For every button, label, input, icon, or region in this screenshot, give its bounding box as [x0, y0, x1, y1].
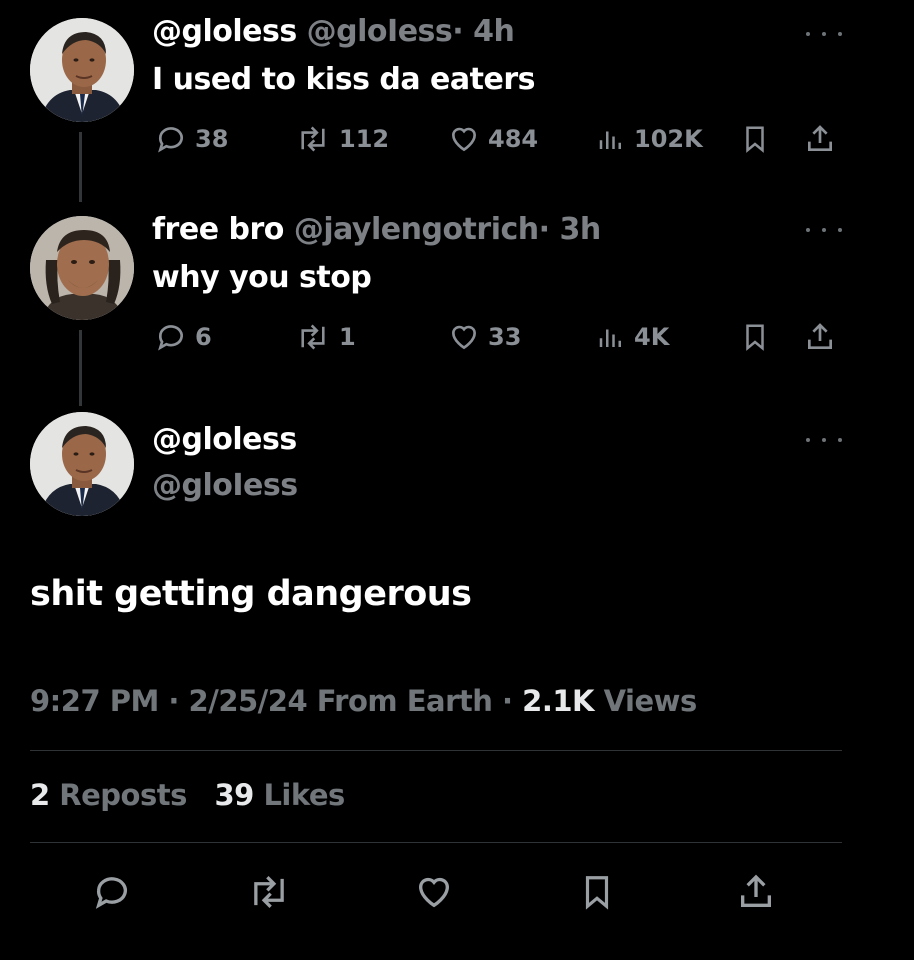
like-count: 33	[488, 323, 522, 351]
tweet-timestamp[interactable]: 9:27 PM · 2/25/24 From Earth ·	[30, 684, 513, 718]
reposts-count[interactable]: 2	[30, 778, 50, 812]
tweet-text: I used to kiss da eaters	[152, 62, 535, 97]
avatar[interactable]	[30, 412, 134, 516]
views-count: 102K	[634, 125, 703, 153]
handle[interactable]: @gloIess	[307, 14, 453, 49]
tweet-text: why you stop	[152, 260, 372, 295]
reply-button[interactable]	[92, 872, 132, 916]
like-count: 484	[488, 125, 539, 153]
more-icon[interactable]	[806, 26, 842, 42]
repost-button[interactable]	[246, 872, 292, 916]
like-button[interactable]	[414, 872, 454, 916]
reposts-label[interactable]: Reposts	[59, 778, 187, 812]
views-icon	[599, 329, 621, 347]
reply-icon	[158, 127, 183, 153]
bookmark-button[interactable]	[740, 321, 770, 353]
reply-count: 38	[195, 125, 229, 153]
avatar[interactable]	[30, 216, 134, 320]
more-icon[interactable]	[806, 222, 842, 238]
bookmark-icon	[585, 876, 609, 910]
likes-count[interactable]: 39	[214, 778, 254, 812]
share-button[interactable]	[804, 123, 836, 155]
reply-button[interactable]: 38	[155, 123, 228, 155]
handle[interactable]: @gloIess	[152, 468, 298, 503]
share-button[interactable]	[804, 321, 836, 353]
main-tweet-text: shit getting dangerous	[30, 574, 472, 614]
avatar[interactable]	[30, 18, 134, 122]
repost-icon	[254, 876, 284, 908]
heart-icon	[451, 127, 477, 152]
heart-icon	[451, 325, 477, 350]
bookmark-button[interactable]	[578, 872, 616, 916]
reply-icon	[158, 325, 183, 351]
reply-button[interactable]: 6	[155, 321, 212, 353]
bookmark-button[interactable]	[740, 123, 770, 155]
share-button[interactable]	[736, 872, 776, 916]
tweet-header: free bro @jaylengotrich· 3h	[152, 212, 601, 247]
views-label: Views	[603, 684, 698, 718]
reply-count: 6	[195, 323, 212, 351]
bookmark-icon	[746, 126, 764, 153]
heart-icon	[418, 877, 450, 908]
share-icon	[741, 874, 771, 907]
display-name[interactable]: @gloless	[152, 422, 297, 457]
thread-line	[79, 330, 82, 406]
repost-count: 112	[339, 125, 390, 153]
views-icon	[599, 131, 621, 149]
engagement-stats: 2 Reposts 39 Likes	[30, 778, 363, 812]
tweet-metadata: 9:27 PM · 2/25/24 From Earth · 2.1K View…	[30, 684, 697, 718]
tweet-header: @gloless @gloIess· 4h	[152, 14, 515, 49]
views-button[interactable]: 4K	[596, 321, 669, 353]
views-count: 4K	[634, 323, 670, 351]
repost-icon	[301, 324, 325, 350]
divider	[30, 750, 842, 751]
reply-icon	[95, 877, 127, 909]
views-button[interactable]: 102K	[596, 123, 703, 155]
repost-icon	[301, 126, 325, 152]
repost-count: 1	[339, 323, 356, 351]
display-name[interactable]: @gloless	[152, 14, 297, 49]
handle[interactable]: @jaylengotrich	[294, 212, 539, 247]
thread-line	[79, 132, 82, 202]
share-icon	[808, 125, 832, 151]
timestamp[interactable]: · 4h	[452, 14, 515, 49]
repost-button[interactable]: 112	[295, 123, 389, 155]
like-button[interactable]: 484	[448, 123, 538, 155]
views-count: 2.1K	[522, 684, 594, 718]
share-icon	[808, 323, 832, 349]
bookmark-icon	[746, 324, 764, 351]
repost-button[interactable]: 1	[295, 321, 356, 353]
display-name[interactable]: free bro	[152, 212, 284, 247]
more-icon[interactable]	[806, 432, 842, 448]
likes-label[interactable]: Likes	[263, 778, 345, 812]
thread-screen: @gloless @gloIess· 4h I used to kiss da …	[0, 0, 914, 960]
divider	[30, 842, 842, 843]
like-button[interactable]: 33	[448, 321, 521, 353]
timestamp[interactable]: · 3h	[539, 212, 602, 247]
